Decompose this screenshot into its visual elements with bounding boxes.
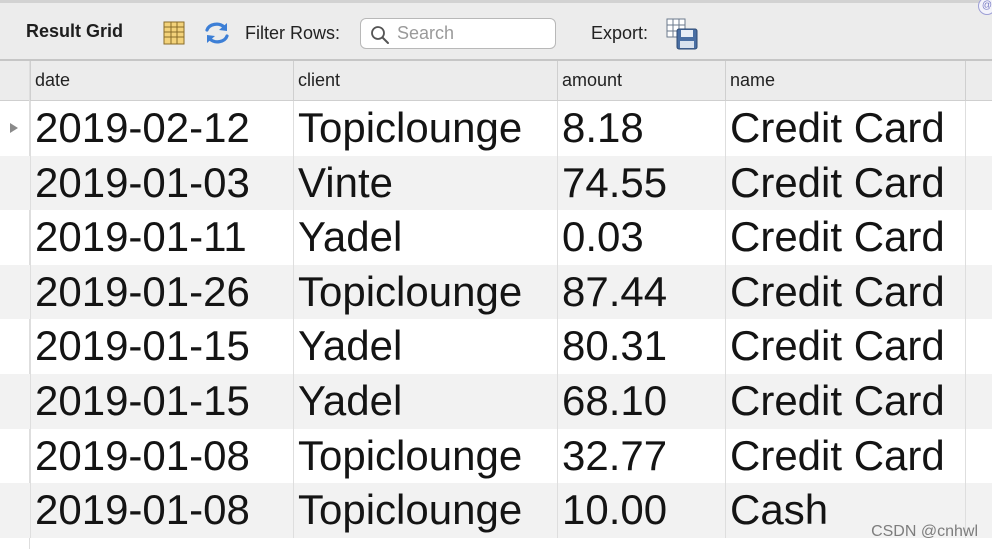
result-grid-title: Result Grid bbox=[26, 21, 124, 41]
cell-spacer bbox=[965, 373, 992, 429]
cell-name[interactable]: Credit Card bbox=[725, 155, 965, 211]
cell-client[interactable]: Topiclounge bbox=[293, 428, 557, 484]
cell-client[interactable]: Topiclounge bbox=[293, 483, 557, 538]
cell-amount[interactable]: 74.55 bbox=[557, 155, 725, 211]
cell-amount[interactable]: 80.31 bbox=[557, 319, 725, 374]
cell-spacer bbox=[965, 319, 992, 374]
cell-client[interactable]: Yadel bbox=[293, 373, 557, 429]
table-row[interactable]: 2019-01-26 Topiclounge 87.44 Credit Card bbox=[0, 264, 992, 320]
at-icon: @ bbox=[978, 0, 992, 15]
cell-spacer bbox=[965, 264, 992, 320]
cell-client[interactable]: Topiclounge bbox=[293, 101, 557, 156]
column-header-spacer bbox=[965, 61, 992, 100]
cell-name[interactable]: Credit Card bbox=[725, 428, 965, 484]
watermark: CSDN @cnhwl bbox=[871, 523, 978, 540]
cell-amount[interactable]: 32.77 bbox=[557, 428, 725, 484]
table-row[interactable]: 2019-01-03 Vinte 74.55 Credit Card bbox=[0, 155, 992, 211]
refresh-icon[interactable] bbox=[203, 20, 231, 46]
table-row[interactable]: 2019-01-15 Yadel 68.10 Credit Card bbox=[0, 373, 992, 429]
column-header-row: date client amount name bbox=[0, 61, 992, 101]
export-label: Export: bbox=[591, 23, 649, 43]
search-input[interactable] bbox=[397, 22, 547, 45]
cell-client[interactable]: Vinte bbox=[293, 155, 557, 211]
cell-name[interactable]: Credit Card bbox=[725, 210, 965, 265]
cell-spacer bbox=[965, 210, 992, 265]
cell-spacer bbox=[965, 155, 992, 211]
cell-date[interactable]: 2019-01-11 bbox=[30, 210, 293, 265]
search-icon bbox=[370, 25, 390, 45]
cell-date[interactable]: 2019-01-08 bbox=[30, 483, 293, 538]
table-row[interactable]: 2019-01-08 Topiclounge 32.77 Credit Card bbox=[0, 428, 992, 484]
cell-name[interactable]: Credit Card bbox=[725, 373, 965, 429]
cell-amount[interactable]: 8.18 bbox=[557, 101, 725, 156]
current-row-marker-icon bbox=[10, 123, 18, 133]
table-row[interactable]: 2019-01-15 Yadel 80.31 Credit Card bbox=[0, 319, 992, 374]
cell-name[interactable]: Credit Card bbox=[725, 319, 965, 374]
column-header-amount[interactable]: amount bbox=[557, 61, 725, 100]
filter-rows-label: Filter Rows: bbox=[245, 23, 341, 43]
search-field[interactable] bbox=[360, 18, 556, 49]
result-grid-body: 2019-02-12 Topiclounge 8.18 Credit Card … bbox=[0, 101, 992, 538]
cell-spacer bbox=[965, 428, 992, 484]
result-grid-toolbar: Result Grid Filter Rows: Export: bbox=[0, 0, 992, 61]
cell-date[interactable]: 2019-02-12 bbox=[30, 101, 293, 156]
cell-amount[interactable]: 68.10 bbox=[557, 373, 725, 429]
cell-name[interactable]: Credit Card bbox=[725, 101, 965, 156]
cell-amount[interactable]: 0.03 bbox=[557, 210, 725, 265]
cell-date[interactable]: 2019-01-15 bbox=[30, 319, 293, 374]
cell-date[interactable]: 2019-01-03 bbox=[30, 155, 293, 211]
export-icon[interactable] bbox=[666, 18, 698, 50]
table-row[interactable]: 2019-02-12 Topiclounge 8.18 Credit Card bbox=[0, 101, 992, 156]
cell-amount[interactable]: 10.00 bbox=[557, 483, 725, 538]
column-header-date[interactable]: date bbox=[30, 61, 293, 100]
cell-client[interactable]: Topiclounge bbox=[293, 264, 557, 320]
cell-date[interactable]: 2019-01-08 bbox=[30, 428, 293, 484]
table-row[interactable]: 2019-01-11 Yadel 0.03 Credit Card bbox=[0, 210, 992, 265]
cell-date[interactable]: 2019-01-15 bbox=[30, 373, 293, 429]
cell-spacer bbox=[965, 101, 992, 156]
grid-icon[interactable] bbox=[162, 21, 186, 45]
cell-client[interactable]: Yadel bbox=[293, 210, 557, 265]
table-row[interactable]: 2019-01-08 Topiclounge 10.00 Cash bbox=[0, 483, 992, 538]
cell-amount[interactable]: 87.44 bbox=[557, 264, 725, 320]
cell-client[interactable]: Yadel bbox=[293, 319, 557, 374]
column-header-client[interactable]: client bbox=[293, 61, 557, 100]
cell-name[interactable]: Credit Card bbox=[725, 264, 965, 320]
cell-date[interactable]: 2019-01-26 bbox=[30, 264, 293, 320]
column-header-name[interactable]: name bbox=[725, 61, 965, 100]
